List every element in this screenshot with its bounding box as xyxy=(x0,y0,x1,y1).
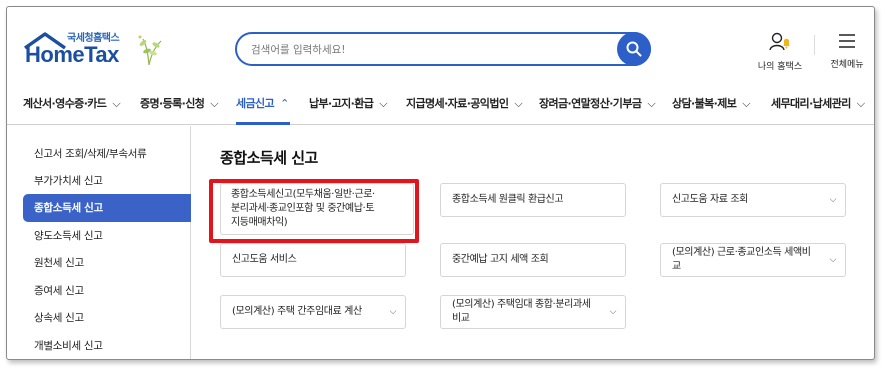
nav-label: 계산서·영수증·카드 xyxy=(23,97,107,110)
nav-label: 상담·불복·제보 xyxy=(672,97,737,110)
card-line: (모의계산) 주택임대 종합·분리과세 xyxy=(452,299,591,310)
mock-calc-housing-rental-card[interactable]: (모의계산) 주택임대 종합·분리과세 비교 ⌵ xyxy=(440,295,626,329)
plant-decoration-icon xyxy=(138,35,162,66)
chevron-down-icon: ⌵ xyxy=(856,97,865,110)
hometax-logo[interactable]: 국세청홈택스 HomeTax xyxy=(21,29,171,73)
logo-title: HomeTax xyxy=(25,42,119,67)
app-window: 국세청홈택스 HomeTax 검색어를 입력하세요! 나의 홈택스 전체메뉴 계… xyxy=(6,6,875,360)
search-input[interactable] xyxy=(251,40,601,60)
search-button[interactable] xyxy=(617,32,651,66)
sidebar-item-inheritance-tax[interactable]: 상속세 신고 xyxy=(23,304,191,332)
card-line: 교 xyxy=(672,261,681,272)
chevron-down-icon: ⌵ xyxy=(829,195,837,205)
chevron-down-icon: ⌵ xyxy=(829,255,837,265)
filing-help-service-card[interactable]: 신고도움 서비스 xyxy=(220,243,406,277)
nav-item-tax-agent[interactable]: 세무대리·납세관리 ⌵ xyxy=(771,95,865,111)
sidebar-item-withholding[interactable]: 원천세 신고 xyxy=(23,249,191,277)
nav-item-statements[interactable]: 지급명세·자료·공익법인 ⌵ xyxy=(406,95,523,111)
user-bell-icon xyxy=(769,32,790,51)
nav-item-consulting[interactable]: 상담·불복·제보 ⌵ xyxy=(672,95,751,111)
main-nav: 계산서·영수증·카드 ⌵ 증명·등록·신청 ⌵ 세금신고 ⌃ 납부·고지·환급 ⌵ 지급… xyxy=(7,83,874,125)
sidebar-item-excise-tax[interactable]: 개별소비세 신고 xyxy=(23,332,191,359)
card-label: 신고도움 서비스 xyxy=(232,254,297,265)
sidebar-item-gift-tax[interactable]: 증여세 신고 xyxy=(23,277,191,305)
nav-item-payment[interactable]: 납부·고지·환급 ⌵ xyxy=(309,95,388,111)
nav-item-invoice[interactable]: 계산서·영수증·카드 ⌵ xyxy=(23,95,121,111)
mock-calc-labor-religious-card[interactable]: (모의계산) 근로·종교인소득 세액비 교 ⌵ xyxy=(660,243,846,277)
nav-label: 지급명세·자료·공익법인 xyxy=(406,97,509,110)
all-menu-label: 전체메뉴 xyxy=(830,60,864,70)
nav-item-tax-filing[interactable]: 세금신고 ⌃ xyxy=(236,95,289,111)
header: 국세청홈택스 HomeTax 검색어를 입력하세요! 나의 홈택스 전체메뉴 xyxy=(7,7,874,83)
search-icon xyxy=(626,41,642,57)
nav-label: 납부·고지·환급 xyxy=(309,97,374,110)
nav-active-indicator xyxy=(236,122,290,125)
nav-label: 장려금·연말정산·기부금 xyxy=(539,97,642,110)
chevron-down-icon: ⌵ xyxy=(647,97,656,110)
chevron-down-icon: ⌵ xyxy=(210,97,219,110)
card-line: 비교 xyxy=(452,313,470,324)
highlight-box xyxy=(209,179,419,243)
sidebar-item-vat[interactable]: 부가가치세 신고 xyxy=(23,167,191,195)
nav-item-incentives[interactable]: 장려금·연말정산·기부금 ⌵ xyxy=(539,95,656,111)
sidebar-item-capital-gains[interactable]: 양도소득세 신고 xyxy=(23,222,191,250)
sidebar: 신고서 조회/삭제/부속서류 부가가치세 신고 종합소득세 신고 양도소득세 신… xyxy=(7,126,191,359)
hamburger-menu-icon xyxy=(839,34,855,48)
chevron-down-icon: ⌵ xyxy=(379,97,388,110)
card-label: (모의계산) 주택 간주임대료 계산 xyxy=(232,306,362,317)
filing-help-data-card[interactable]: 신고도움 자료 조회 ⌵ xyxy=(660,183,846,217)
nav-item-certificate[interactable]: 증명·등록·신청 ⌵ xyxy=(140,95,219,111)
util-divider xyxy=(814,35,815,55)
chevron-up-icon: ⌃ xyxy=(280,97,289,110)
one-click-refund-card[interactable]: 종합소득세 원클릭 환급신고 xyxy=(440,183,626,217)
page-title: 종합소득세 신고 xyxy=(220,149,318,167)
search-bar xyxy=(235,32,651,66)
mock-calc-deemed-rent-card[interactable]: (모의계산) 주택 간주임대료 계산 ⌵ xyxy=(220,295,406,329)
nav-label: 세금신고 xyxy=(236,97,275,110)
card-label: 신고도움 자료 조회 xyxy=(672,194,748,205)
my-hometax-label: 나의 홈택스 xyxy=(757,62,803,72)
sidebar-item-return-lookup[interactable]: 신고서 조회/삭제/부속서류 xyxy=(23,140,191,168)
chevron-down-icon: ⌵ xyxy=(389,307,397,317)
chevron-down-icon: ⌵ xyxy=(609,307,617,317)
interim-payment-lookup-card[interactable]: 중간예납 고지 세액 조회 xyxy=(440,243,626,277)
sidebar-item-income-tax[interactable]: 종합소득세 신고 xyxy=(23,194,191,222)
nav-label: 세무대리·납세관리 xyxy=(771,97,851,110)
card-line: (모의계산) 근로·종교인소득 세액비 xyxy=(672,247,811,258)
chevron-down-icon: ⌵ xyxy=(112,97,121,110)
nav-label: 증명·등록·신청 xyxy=(140,97,205,110)
card-label: 중간예납 고지 세액 조회 xyxy=(452,254,549,265)
chevron-down-icon: ⌵ xyxy=(742,97,751,110)
card-label: 종합소득세 원클릭 환급신고 xyxy=(452,194,564,205)
my-hometax-button[interactable]: 나의 홈택스 xyxy=(755,32,805,72)
all-menu-button[interactable]: 전체메뉴 xyxy=(825,32,869,70)
chevron-down-icon: ⌵ xyxy=(514,97,523,110)
